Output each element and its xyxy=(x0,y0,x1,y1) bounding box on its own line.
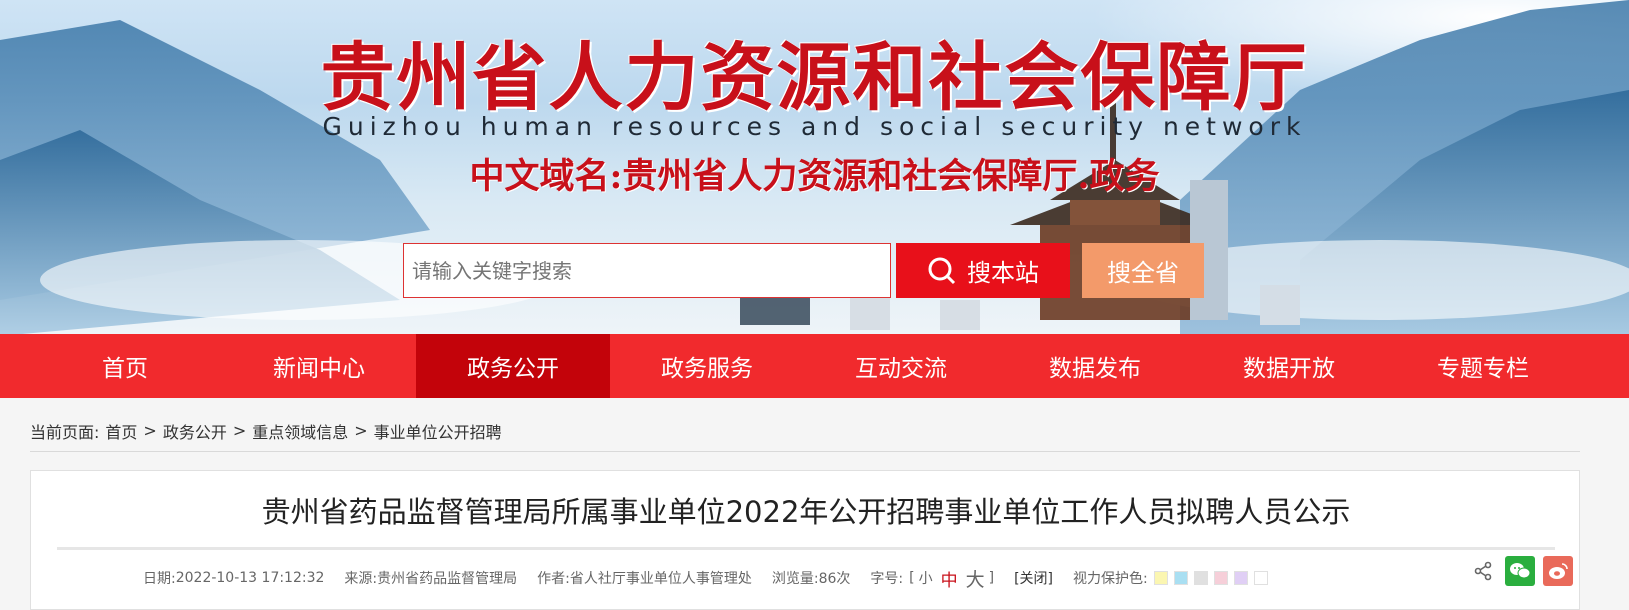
fontsize-large[interactable]: 大 xyxy=(966,565,985,592)
nav-item-data-release[interactable]: 数据发布 xyxy=(998,334,1192,398)
views-label: 浏览量: xyxy=(771,571,819,587)
search-box xyxy=(403,243,891,298)
eye-color-yellow[interactable] xyxy=(1153,571,1168,585)
site-subtitle: Guizhou human resources and social secur… xyxy=(322,112,1307,141)
fontsize-bracket-open: [ xyxy=(909,570,915,586)
search-site-label: 搜本站 xyxy=(967,259,1039,287)
breadcrumb-prefix: 当前页面: xyxy=(30,422,100,442)
weibo-icon[interactable] xyxy=(1543,556,1573,586)
search-province-button[interactable]: 搜全省 xyxy=(1082,243,1204,298)
date-label: 日期: xyxy=(143,571,176,587)
breadcrumb-key-areas[interactable]: 重点领域信息 xyxy=(252,419,348,443)
source-value: 贵州省药品监督管理局 xyxy=(377,571,518,587)
breadcrumb-separator: > xyxy=(143,421,157,440)
nav-item-data-open[interactable]: 数据开放 xyxy=(1192,334,1386,398)
nav-item-home[interactable]: 首页 xyxy=(28,334,222,398)
fontsize-small[interactable]: 小 xyxy=(919,568,933,588)
fontsize-label: 字号: xyxy=(870,571,904,587)
eye-color-white[interactable] xyxy=(1253,571,1268,585)
wechat-icon[interactable] xyxy=(1505,556,1535,586)
eye-color-pink[interactable] xyxy=(1213,571,1228,585)
breadcrumb-home[interactable]: 首页 xyxy=(105,419,137,443)
breadcrumb-separator: > xyxy=(354,421,368,440)
title-divider xyxy=(57,547,1555,550)
search-icon xyxy=(928,257,956,284)
breadcrumb-recruitment[interactable]: 事业单位公开招聘 xyxy=(374,419,502,443)
nav-item-news[interactable]: 新闻中心 xyxy=(222,334,416,398)
breadcrumb-separator: > xyxy=(232,421,247,440)
header-banner: 贵州省人力资源和社会保障厅 Guizhou human resources an… xyxy=(0,0,1629,336)
search-input[interactable] xyxy=(412,244,890,297)
fontsize-medium[interactable]: 中 xyxy=(941,566,958,591)
breadcrumb: 当前页面: 首页 > 政务公开 > 重点领域信息 > 事业单位公开招聘 xyxy=(30,410,1580,452)
eye-color-gray[interactable] xyxy=(1193,571,1208,585)
eye-color-purple[interactable] xyxy=(1233,571,1248,585)
nav-item-topics[interactable]: 专题专栏 xyxy=(1386,334,1580,398)
nav-item-gov-affairs[interactable]: 政务公开 xyxy=(416,334,610,398)
views-value: 86次 xyxy=(818,571,851,587)
article-panel: 贵州省药品监督管理局所属事业单位2022年公开招聘事业单位工作人员拟聘人员公示 … xyxy=(30,470,1580,610)
share-icon[interactable] xyxy=(1468,556,1498,586)
main-nav: 首页 新闻中心 政务公开 政务服务 互动交流 数据发布 数据开放 专题专栏 xyxy=(0,334,1629,398)
site-domain: 中文域名:贵州省人力资源和社会保障厅.政务 xyxy=(469,156,1160,197)
breadcrumb-gov-affairs[interactable]: 政务公开 xyxy=(163,419,227,443)
close-link[interactable]: [关闭] xyxy=(1014,568,1053,588)
author-value: 省人社厅事业单位人事管理处 xyxy=(569,571,752,587)
search-province-label: 搜全省 xyxy=(1107,259,1179,287)
site-title: 贵州省人力资源和社会保障厅 xyxy=(320,35,1309,121)
search-site-button[interactable]: 搜本站 xyxy=(896,243,1070,298)
nav-item-gov-services[interactable]: 政务服务 xyxy=(610,334,804,398)
author-label: 作者: xyxy=(537,571,570,587)
eye-color-blue[interactable] xyxy=(1173,571,1188,585)
date-value: 2022-10-13 17:12:32 xyxy=(175,570,325,586)
source-label: 来源: xyxy=(344,571,378,587)
eye-protection-label: 视力保护色: xyxy=(1073,571,1148,587)
article-meta: 日期: 2022-10-13 17:12:32 来源: 贵州省药品监督管理局 作… xyxy=(143,565,1268,592)
article-title: 贵州省药品监督管理局所属事业单位2022年公开招聘事业单位工作人员拟聘人员公示 xyxy=(261,495,1351,529)
nav-item-interaction[interactable]: 互动交流 xyxy=(804,334,998,398)
fontsize-bracket-close: ] xyxy=(988,570,995,586)
